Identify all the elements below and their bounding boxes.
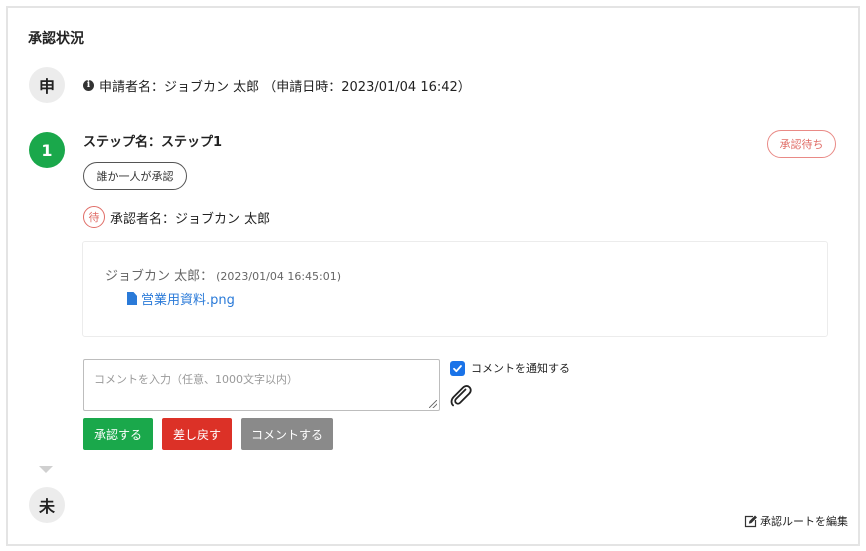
- step-name: ステップ名：ステップ1: [83, 135, 223, 150]
- pending-step-badge: 未: [29, 487, 65, 523]
- edit-route-link[interactable]: 承認ルートを編集: [744, 513, 848, 529]
- waiting-badge: 待: [83, 206, 105, 228]
- attachment-link[interactable]: 営業用資料.png: [127, 289, 235, 308]
- resize-handle[interactable]: [429, 400, 437, 408]
- notify-checkbox[interactable]: [450, 360, 465, 376]
- notify-label[interactable]: コメントを通知する: [471, 360, 570, 376]
- page-title: 承認状況: [28, 31, 84, 47]
- applicant-badge: 申: [29, 67, 65, 103]
- file-icon: [127, 292, 137, 305]
- comment-timestamp: (2023/01/04 16:45:01): [216, 270, 342, 283]
- edit-icon: [744, 514, 757, 527]
- chevron-down-icon: [39, 466, 53, 473]
- comment-card: ジョブカン 太郎： (2023/01/04 16:45:01) 営業用資料.png: [82, 241, 828, 337]
- paperclip-icon[interactable]: [448, 382, 474, 408]
- edit-route-label[interactable]: 承認ルートを編集: [760, 513, 848, 529]
- attachment-file-name[interactable]: 営業用資料.png: [141, 289, 235, 308]
- comment-author-name: ジョブカン 太郎：: [105, 269, 214, 284]
- step-number-badge: 1: [29, 132, 65, 168]
- check-icon: [453, 364, 462, 372]
- approval-rule-badge: 誰か一人が承認: [83, 162, 187, 190]
- comment-author: ジョブカン 太郎： (2023/01/04 16:45:01): [105, 265, 341, 284]
- info-icon: i: [83, 80, 94, 91]
- comment-input[interactable]: コメントを入力（任意、1000文字以内）: [83, 359, 440, 411]
- notify-option[interactable]: コメントを通知する: [450, 360, 570, 376]
- approve-button[interactable]: 承認する: [83, 418, 153, 450]
- return-button[interactable]: 差し戻す: [162, 418, 232, 450]
- comment-input-placeholder: コメントを入力（任意、1000文字以内）: [94, 373, 298, 386]
- comment-button[interactable]: コメントする: [241, 418, 333, 450]
- applicant-text: 申請者名：ジョブカン 太郎 （申請日時：2023/01/04 16:42）: [99, 80, 471, 95]
- approver-name: 承認者名：ジョブカン 太郎: [110, 211, 271, 227]
- status-badge: 承認待ち: [767, 130, 836, 158]
- approver-row: 待 承認者名：ジョブカン 太郎: [83, 206, 270, 228]
- applicant-info: i 申請者名：ジョブカン 太郎 （申請日時：2023/01/04 16:42）: [83, 76, 471, 95]
